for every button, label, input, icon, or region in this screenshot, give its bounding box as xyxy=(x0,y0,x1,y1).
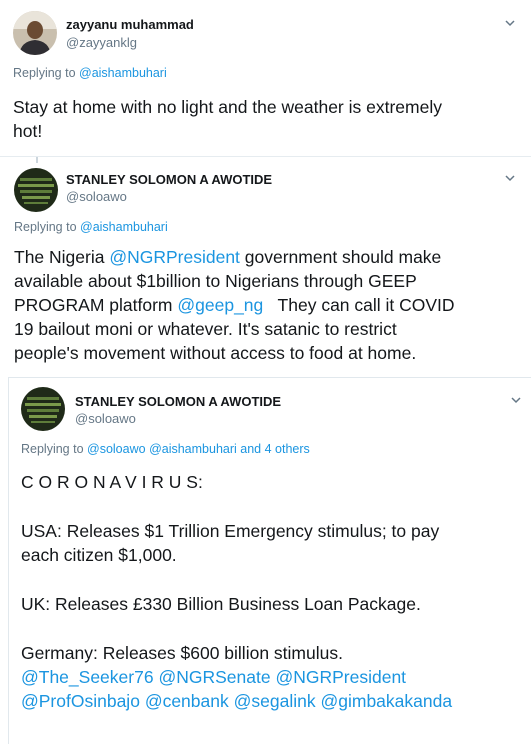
mention-link[interactable]: @cenbank xyxy=(145,691,229,711)
tweet-text-line: people's movement without access to food… xyxy=(14,343,417,363)
tweet-text-line: PROGRAM platform @geep_ng They can call … xyxy=(14,293,455,317)
replying-to-prefix: Replying to xyxy=(21,442,88,456)
tweet-text: Stay at home with no light and the weath… xyxy=(13,95,442,143)
tweet-text-line: each citizen $1,000. xyxy=(21,545,177,565)
tweet-text-line: 19 bailout moni or whatever. It's satani… xyxy=(14,319,397,339)
display-name[interactable]: zayyanu muhammad xyxy=(66,17,194,32)
chevron-down-icon[interactable] xyxy=(503,171,517,185)
username[interactable]: @soloawo xyxy=(66,189,127,204)
mention-link[interactable]: @gimbakakanda xyxy=(320,691,452,711)
mention-link[interactable]: @aishambuhari xyxy=(79,66,167,80)
mention-link[interactable]: @NGRPresident xyxy=(275,667,406,687)
tweet-text: C O R O N A V I R U S: USA: Releases $1 … xyxy=(21,470,452,713)
replying-to: Replying to @soloawo @aishambuhari and 4… xyxy=(21,442,310,456)
mention-link[interactable]: @The_Seeker76 xyxy=(21,667,154,687)
mentions-line: @The_Seeker76 @NGRSenate @NGRPresident xyxy=(21,665,452,689)
thread-connector xyxy=(36,157,38,163)
chevron-down-icon[interactable] xyxy=(509,393,523,407)
text-segment: They can call it COVID xyxy=(263,295,455,315)
mention-link[interactable]: @NGRSenate xyxy=(158,667,270,687)
tweet-zayyanklg[interactable]: zayyanu muhammad @zayyanklg Replying to … xyxy=(0,0,531,157)
tweet-text-line: available about $1billion to Nigerians t… xyxy=(14,271,417,291)
mention-link[interactable]: @soloawo xyxy=(87,442,146,456)
tweet-text-line: Stay at home with no light and the weath… xyxy=(13,97,442,117)
others-link[interactable]: and 4 others xyxy=(237,442,310,456)
replying-to: Replying to @aishambuhari xyxy=(13,66,167,80)
tweet-text-line: Germany: Releases $600 billion stimulus. xyxy=(21,643,343,663)
mentions-line: @ProfOsinbajo @cenbank @segalink @gimbak… xyxy=(21,689,452,713)
avatar[interactable] xyxy=(13,11,57,55)
tweet-text-line: C O R O N A V I R U S: xyxy=(21,472,203,492)
tweet-text-line: UK: Releases £330 Billion Business Loan … xyxy=(21,594,421,614)
username[interactable]: @zayyanklg xyxy=(66,35,137,50)
mention-link[interactable]: @geep_ng xyxy=(177,295,263,315)
replying-to-prefix: Replying to xyxy=(13,66,80,80)
tweet-soloawo-1[interactable]: STANLEY SOLOMON A AWOTIDE @soloawo Reply… xyxy=(0,157,531,377)
avatar[interactable] xyxy=(21,387,65,431)
mention-link[interactable]: @NGRPresident xyxy=(109,247,240,267)
mention-link[interactable]: @aishambuhari xyxy=(149,442,237,456)
text-segment: The Nigeria xyxy=(14,247,110,267)
mention-link[interactable]: @segalink xyxy=(234,691,316,711)
mention-link[interactable]: @ProfOsinbajo xyxy=(21,691,140,711)
text-segment: government should make xyxy=(239,247,442,267)
tweet-text-line: hot! xyxy=(13,121,43,141)
tweet-text-line: The Nigeria @NGRPresident government sho… xyxy=(14,245,455,269)
mention-link[interactable]: @aishambuhari xyxy=(80,220,168,234)
text-segment: PROGRAM platform xyxy=(14,295,178,315)
username[interactable]: @soloawo xyxy=(75,411,136,426)
replying-to: Replying to @aishambuhari xyxy=(14,220,168,234)
tweet-soloawo-2[interactable]: STANLEY SOLOMON A AWOTIDE @soloawo Reply… xyxy=(8,377,531,744)
tweet-text: The Nigeria @NGRPresident government sho… xyxy=(14,245,455,365)
avatar[interactable] xyxy=(14,168,58,212)
tweet-text-line: USA: Releases $1 Trillion Emergency stim… xyxy=(21,521,440,541)
replying-to-prefix: Replying to xyxy=(14,220,81,234)
display-name[interactable]: STANLEY SOLOMON A AWOTIDE xyxy=(75,394,281,409)
chevron-down-icon[interactable] xyxy=(503,16,517,30)
display-name[interactable]: STANLEY SOLOMON A AWOTIDE xyxy=(66,172,272,187)
